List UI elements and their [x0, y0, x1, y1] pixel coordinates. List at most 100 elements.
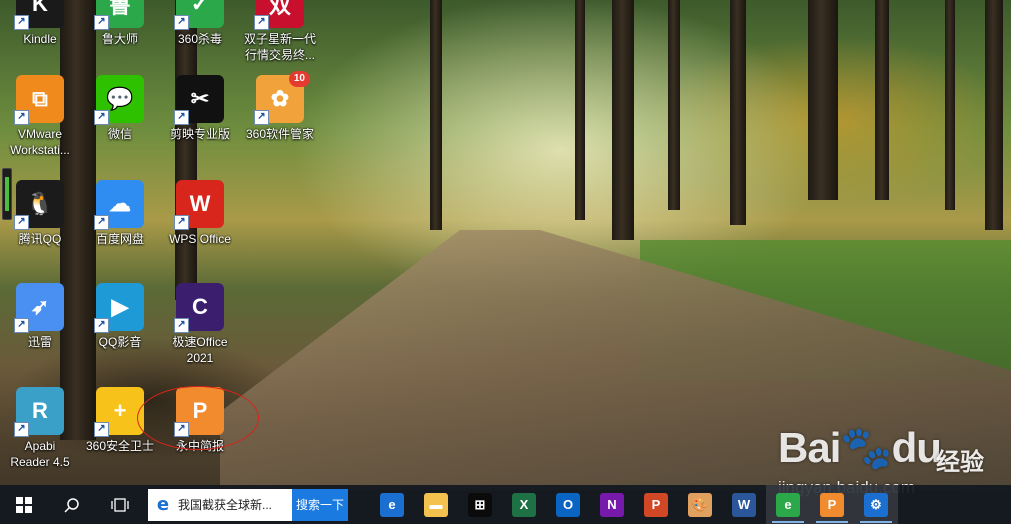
search-query[interactable]: 我国截获全球新...: [178, 496, 292, 513]
yozo-presentation-icon: P: [820, 492, 844, 517]
browser-search-box[interactable]: e 我国截获全球新... 搜索一下: [148, 488, 348, 521]
shortcut-arrow-icon: ↗: [174, 318, 189, 333]
shortcut-arrow-icon: ↗: [14, 110, 29, 125]
desktop-icon-label: 腾讯QQ: [18, 232, 62, 246]
shortcut-arrow-icon: ↗: [174, 215, 189, 230]
baidu-netdisk-icon: ☁ ↗: [94, 180, 144, 230]
excel-icon: X: [512, 492, 536, 517]
icon-glyph: ▶: [111, 294, 129, 319]
desktop-icon-label: 百度网盘: [95, 232, 144, 246]
tree-trunk: [730, 0, 746, 225]
ie-browser-icon: e: [156, 494, 170, 515]
desktop-icon-label: 极速Office 2021: [172, 335, 228, 365]
highlight-circle: [137, 386, 259, 450]
desktop-icon-baidu-netdisk[interactable]: ☁ ↗ 百度网盘: [80, 180, 160, 247]
desktop-icon-label: 迅雷: [27, 335, 52, 349]
desktop-icon-apabi-reader[interactable]: R ↗ Apabi Reader 4.5: [0, 387, 80, 470]
jianying-icon: ✂ ↗: [174, 75, 224, 125]
icon-glyph: +: [113, 398, 127, 423]
taskbar-app-word[interactable]: W: [722, 485, 766, 524]
icon-glyph: K: [32, 0, 48, 16]
desktop-icon-kindle[interactable]: K ↗ Kindle: [0, 0, 80, 47]
icon-glyph: C: [192, 294, 208, 319]
desktop-icon-label: 360杀毒: [177, 32, 223, 46]
shortcut-arrow-icon: ↗: [174, 110, 189, 125]
desktop-icon-360-antivirus[interactable]: ✓ ↗ 360杀毒: [160, 0, 240, 47]
taskbar-app-file-explorer[interactable]: ▬: [414, 485, 458, 524]
paint-palette-icon: 🎨: [688, 492, 712, 517]
wps-office-icon: W ↗: [174, 180, 224, 230]
360-software-manager-icon: ✿ ↗ 10: [254, 71, 310, 125]
taskbar-app-paint[interactable]: 🎨: [678, 485, 722, 524]
apabi-reader-icon: R ↗: [14, 387, 64, 437]
taskbar: e 我国截获全球新... 搜索一下 e ▬ ⊞ X O N P 🎨 We P ⚙: [0, 485, 1011, 524]
baidu-jingyan-watermark: Bai🐾du 经验 jingyan.baidu.com: [778, 412, 1008, 497]
start-button[interactable]: [0, 485, 48, 524]
desktop-icon-label: Kindle: [23, 32, 57, 46]
desktop-icon-jisu-office[interactable]: C ↗ 极速Office 2021: [160, 283, 240, 366]
taskbar-app-onenote[interactable]: N: [590, 485, 634, 524]
taskbar-pinned-apps: e ▬ ⊞ X O N P 🎨 We P ⚙: [370, 485, 898, 524]
desktop-icon-vmware[interactable]: ⧉ ↗ VMware Workstati...: [0, 75, 80, 158]
desktop-icon-label: 剪映专业版: [169, 127, 230, 141]
taskbar-app-edge[interactable]: e: [370, 485, 414, 524]
taskbar-app-360-browser[interactable]: e: [766, 485, 810, 524]
shortcut-arrow-icon: ↗: [14, 318, 29, 333]
desktop-icon-label: 360安全卫士: [85, 439, 155, 453]
desktop-icon-ludashi[interactable]: 鲁 ↗ 鲁大师: [80, 0, 160, 47]
tree-trunk: [808, 0, 838, 200]
shortcut-arrow-icon: ↗: [14, 422, 29, 437]
notification-badge: 10: [288, 71, 310, 87]
xunlei-thunder-icon: ➶ ↗: [14, 283, 64, 333]
taskbar-app-powerpoint[interactable]: P: [634, 485, 678, 524]
desktop-icon-wps-office[interactable]: W ↗ WPS Office: [160, 180, 240, 247]
vmware-icon: ⧉ ↗: [14, 75, 64, 125]
desktop-icon-qq-penguin[interactable]: 🐧 ↗ 腾讯QQ: [0, 180, 80, 247]
shortcut-arrow-icon: ↗: [94, 110, 109, 125]
taskbar-app-settings[interactable]: ⚙: [854, 485, 898, 524]
tree-trunk: [985, 0, 1003, 230]
onenote-icon: N: [600, 492, 624, 517]
task-view-button[interactable]: [96, 485, 144, 524]
desktop-icon-label: Apabi Reader 4.5: [10, 439, 70, 469]
icon-glyph: R: [32, 398, 48, 423]
edge-icon: e: [380, 492, 404, 517]
search-submit-button[interactable]: 搜索一下: [292, 488, 348, 521]
desktop-icon-gemini-trading[interactable]: 双 ↗ 双子星新一代 行情交易终...: [240, 0, 320, 63]
tree-trunk: [875, 0, 889, 200]
icon-glyph: ⧉: [32, 86, 48, 111]
desktop-icon-label: 鲁大师: [101, 32, 138, 46]
icon-glyph: ✿: [270, 86, 290, 111]
qq-player-icon: ▶ ↗: [94, 283, 144, 333]
360-security-guard-icon: + ↗: [94, 387, 144, 437]
desktop-icon-jianying[interactable]: ✂ ↗ 剪映专业版: [160, 75, 240, 142]
icon-glyph: ☁: [109, 191, 131, 216]
icon-glyph: ✓: [190, 0, 210, 16]
360-antivirus-icon: ✓ ↗: [174, 0, 224, 30]
taskbar-app-store[interactable]: ⊞: [458, 485, 502, 524]
tree-trunk: [612, 0, 634, 240]
icon-glyph: 💬: [106, 86, 134, 111]
desktop-icon-qq-player[interactable]: ▶ ↗ QQ影音: [80, 283, 160, 350]
search-icon: [64, 497, 79, 513]
taskbar-app-outlook[interactable]: O: [546, 485, 590, 524]
watermark-logo: Bai🐾du: [778, 424, 942, 471]
task-view-icon: [111, 497, 129, 512]
icon-glyph: 🐧: [26, 191, 54, 216]
qq-penguin-icon: 🐧 ↗: [14, 180, 64, 230]
taskbar-app-yozo-presentation[interactable]: P: [810, 485, 854, 524]
search-button[interactable]: [48, 485, 96, 524]
icon-glyph: ✂: [190, 86, 210, 111]
gemini-trading-icon: 双 ↗: [254, 0, 304, 30]
ludashi-icon: 鲁 ↗: [94, 0, 144, 30]
outlook-icon: O: [556, 492, 580, 517]
taskbar-app-excel[interactable]: X: [502, 485, 546, 524]
shortcut-arrow-icon: ↗: [254, 15, 269, 30]
desktop-icon-wechat[interactable]: 💬 ↗ 微信: [80, 75, 160, 142]
icon-glyph: ➶: [30, 294, 50, 319]
shortcut-arrow-icon: ↗: [174, 15, 189, 30]
desktop-icon-360-software-manager[interactable]: ✿ ↗ 10 360软件管家: [240, 71, 320, 142]
windows-logo-icon: [16, 496, 32, 513]
desktop-icon-xunlei-thunder[interactable]: ➶ ↗ 迅雷: [0, 283, 80, 350]
icon-glyph: W: [189, 191, 211, 216]
